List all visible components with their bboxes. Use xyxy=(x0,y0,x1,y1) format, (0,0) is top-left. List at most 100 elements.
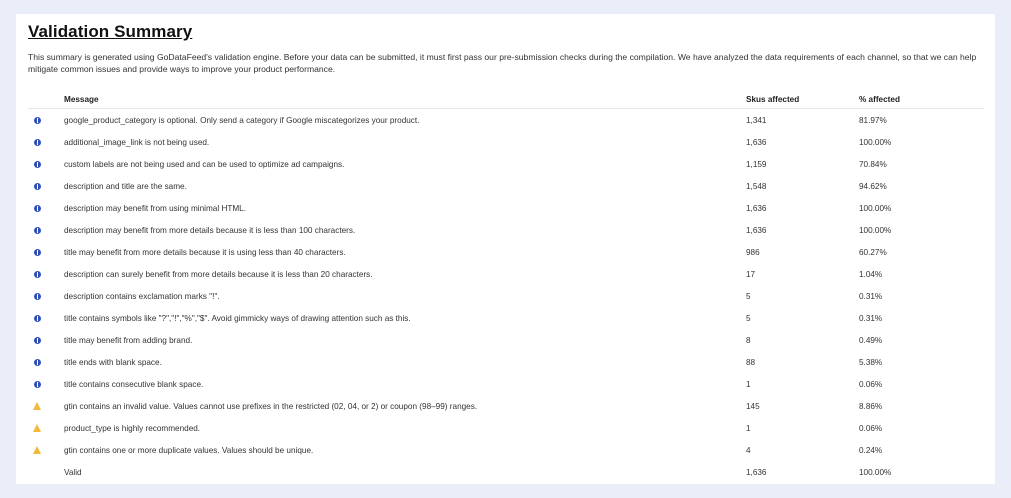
row-percent-affected: 94.62% xyxy=(859,181,887,191)
row-percent-affected: 0.06% xyxy=(859,423,883,433)
row-skus-affected: 1,636 xyxy=(746,467,767,477)
row-skus-affected: 17 xyxy=(746,269,756,279)
row-message: title contains symbols like "?","!","%",… xyxy=(64,313,411,323)
row-message: Valid xyxy=(64,467,82,477)
row-skus-affected: 1,636 xyxy=(746,225,767,235)
row-icon-cell xyxy=(28,329,64,351)
row-message: description contains exclamation marks "… xyxy=(64,291,220,301)
row-message: product_type is highly recommended. xyxy=(64,423,201,433)
validation-table: Message Skus affected % affected google_… xyxy=(28,91,984,483)
row-skus-affected: 1 xyxy=(746,423,751,433)
summary-description: This summary is generated using GoDataFe… xyxy=(28,52,977,74)
warning-icon xyxy=(33,402,41,411)
table-row: description may benefit from more detail… xyxy=(28,219,984,241)
table-row: gtin contains an invalid value. Values c… xyxy=(28,395,984,417)
header-icon-column xyxy=(28,91,64,109)
info-icon xyxy=(34,270,41,278)
table-row: description contains exclamation marks "… xyxy=(28,285,984,307)
row-icon-cell xyxy=(28,417,64,439)
table-row: custom labels are not being used and can… xyxy=(28,153,984,175)
row-percent-affected: 70.84% xyxy=(859,159,887,169)
row-skus-affected: 5 xyxy=(746,291,751,301)
header-message[interactable]: Message xyxy=(64,91,746,109)
info-icon xyxy=(34,248,41,256)
row-percent-affected: 0.31% xyxy=(859,291,883,301)
row-icon-cell xyxy=(28,131,64,153)
row-skus-affected: 4 xyxy=(746,445,751,455)
table-row: title contains symbols like "?","!","%",… xyxy=(28,307,984,329)
row-skus-affected: 1 xyxy=(746,379,751,389)
row-percent-affected: 81.97% xyxy=(859,115,887,125)
row-message: custom labels are not being used and can… xyxy=(64,159,345,169)
table-row: gtin contains one or more duplicate valu… xyxy=(28,439,984,461)
row-percent-affected: 60.27% xyxy=(859,247,887,257)
row-icon-cell xyxy=(28,285,64,307)
info-icon xyxy=(34,292,41,300)
info-icon xyxy=(34,314,41,322)
table-row: description can surely benefit from more… xyxy=(28,263,984,285)
info-icon xyxy=(34,160,41,168)
row-message: title may benefit from adding brand. xyxy=(64,335,193,345)
info-icon xyxy=(34,116,41,124)
info-icon xyxy=(34,226,41,234)
info-icon xyxy=(34,358,41,366)
row-message: title may benefit from more details beca… xyxy=(64,247,346,257)
row-icon-cell xyxy=(28,307,64,329)
info-icon xyxy=(34,380,41,388)
row-icon-cell xyxy=(28,373,64,395)
row-percent-affected: 100.00% xyxy=(859,467,892,477)
table-row: additional_image_link is not being used.… xyxy=(28,131,984,153)
row-skus-affected: 5 xyxy=(746,313,751,323)
row-icon-cell xyxy=(28,395,64,417)
row-percent-affected: 5.38% xyxy=(859,357,883,367)
row-icon-cell xyxy=(28,461,64,483)
row-percent-affected: 8.86% xyxy=(859,401,883,411)
row-icon-cell xyxy=(28,197,64,219)
table-row: title may benefit from more details beca… xyxy=(28,241,984,263)
row-skus-affected: 1,636 xyxy=(746,137,767,147)
row-message: description can surely benefit from more… xyxy=(64,269,373,279)
row-message: title ends with blank space. xyxy=(64,357,162,367)
info-icon xyxy=(34,204,41,212)
row-skus-affected: 1,159 xyxy=(746,159,767,169)
row-skus-affected: 1,636 xyxy=(746,203,767,213)
row-icon-cell xyxy=(28,175,64,197)
table-row: title may benefit from adding brand. 8 0.4… xyxy=(28,329,984,351)
header-skus-affected[interactable]: Skus affected xyxy=(746,91,859,109)
table-row: Valid 1,636 100.00% xyxy=(28,461,984,483)
row-message: title contains consecutive blank space. xyxy=(64,379,204,389)
info-icon xyxy=(34,336,41,344)
row-percent-affected: 1.04% xyxy=(859,269,883,279)
table-row: title contains consecutive blank space. 1… xyxy=(28,373,984,395)
table-row: google_product_category is optional. Onl… xyxy=(28,109,984,132)
info-icon xyxy=(34,138,41,146)
row-skus-affected: 8 xyxy=(746,335,751,345)
table-row: description and title are the same. 1,548… xyxy=(28,175,984,197)
warning-icon xyxy=(33,446,41,455)
row-message: gtin contains an invalid value. Values c… xyxy=(64,401,478,411)
row-icon-cell xyxy=(28,351,64,373)
row-skus-affected: 145 xyxy=(746,401,760,411)
row-icon-cell xyxy=(28,241,64,263)
row-percent-affected: 0.49% xyxy=(859,335,883,345)
page-title: Validation Summary xyxy=(28,22,193,41)
row-percent-affected: 0.31% xyxy=(859,313,883,323)
row-skus-affected: 88 xyxy=(746,357,756,367)
row-percent-affected: 100.00% xyxy=(859,203,892,213)
row-message: additional_image_link is not being used. xyxy=(64,137,210,147)
row-message: description and title are the same. xyxy=(64,181,187,191)
row-percent-affected: 100.00% xyxy=(859,137,892,147)
row-skus-affected: 1,548 xyxy=(746,181,767,191)
validation-summary-panel: Validation Summary This summary is gener… xyxy=(16,14,995,484)
table-header-row: Message Skus affected % affected xyxy=(28,91,984,109)
info-icon xyxy=(34,182,41,190)
row-percent-affected: 0.06% xyxy=(859,379,883,389)
table-row: product_type is highly recommended. 1 0.06… xyxy=(28,417,984,439)
row-message: description may benefit from using minim… xyxy=(64,203,247,213)
row-percent-affected: 0.24% xyxy=(859,445,883,455)
header-percent-affected[interactable]: % affected xyxy=(859,91,984,109)
table-row: description may benefit from using minim… xyxy=(28,197,984,219)
row-icon-cell xyxy=(28,263,64,285)
row-percent-affected: 100.00% xyxy=(859,225,892,235)
warning-icon xyxy=(33,424,41,433)
